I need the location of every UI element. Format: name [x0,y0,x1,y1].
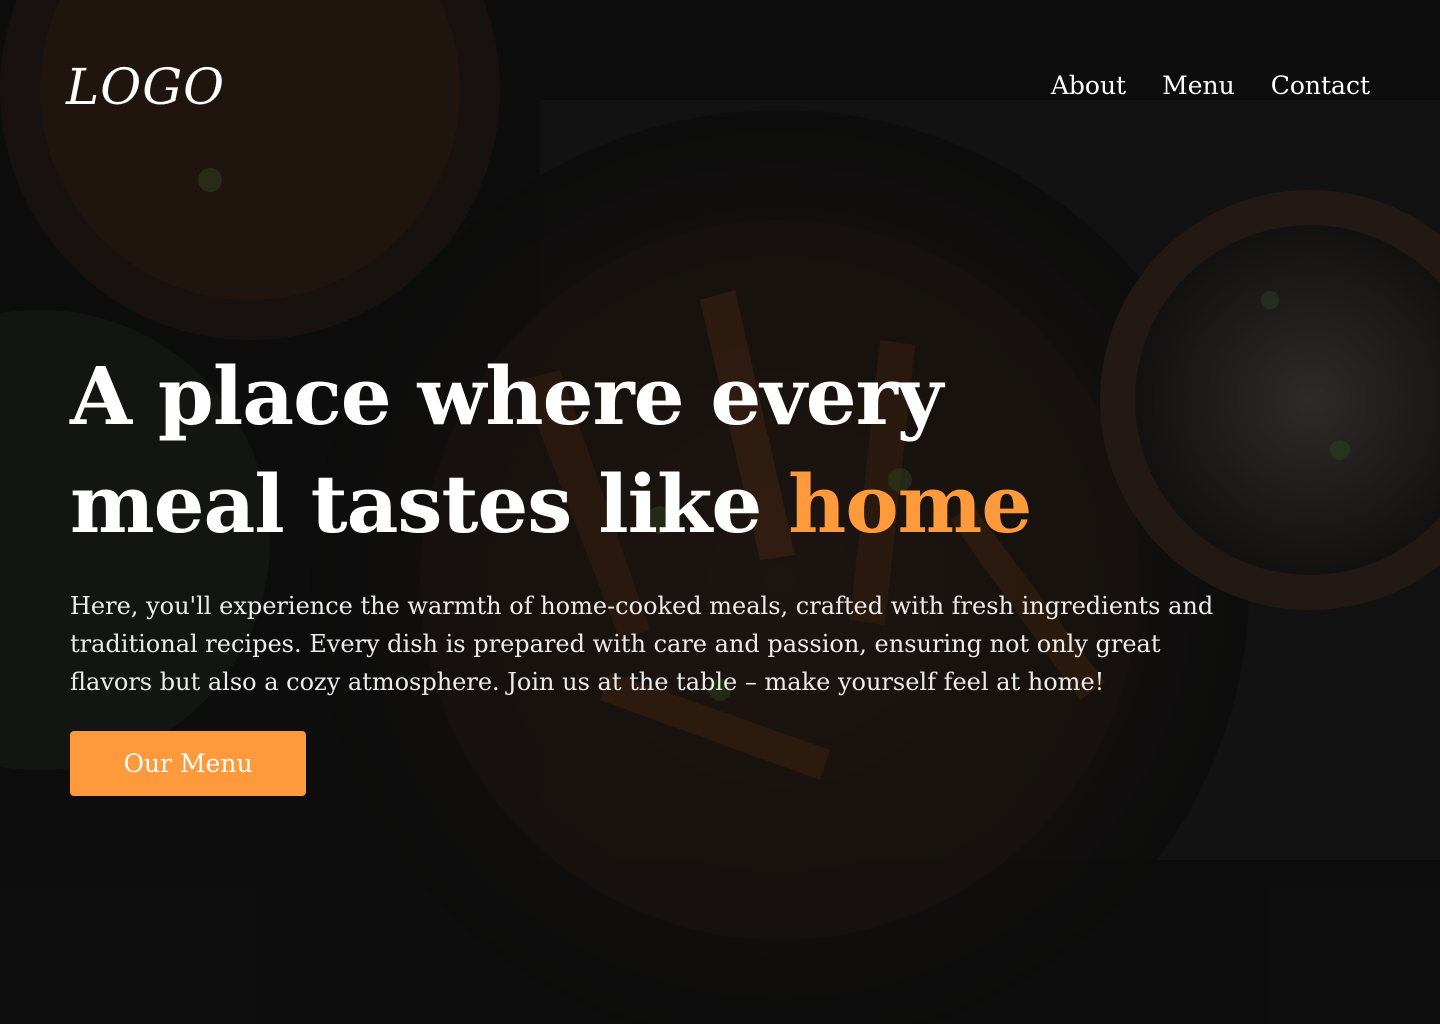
nav-link-menu[interactable]: Menu [1162,68,1235,104]
nav-link-contact[interactable]: Contact [1271,68,1370,104]
hero-description: Here, you'll experience the warmth of ho… [70,592,1214,696]
nav-link-about[interactable]: About [1051,68,1126,104]
logo[interactable]: LOGO [66,54,225,120]
our-menu-button[interactable]: Our Menu [70,731,306,796]
main-nav: About Menu Contact [1051,68,1370,104]
headline-highlight: home [788,457,1032,551]
headline-line-2: meal tastes like [70,457,789,551]
hero-section: LOGO About Menu Contact A place where ev… [0,0,1440,1024]
hero-headline: A place where every meal tastes like home [70,342,1070,558]
headline-line-1: A place where every [70,349,943,443]
